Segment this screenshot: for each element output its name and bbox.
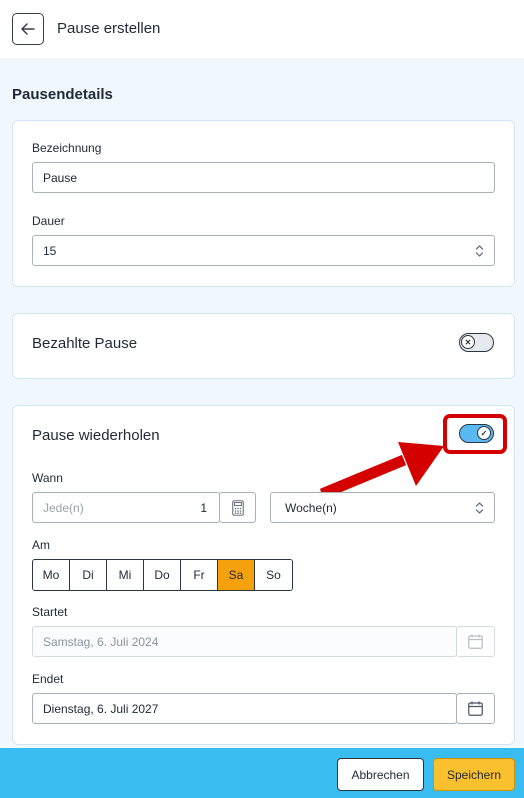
end-calendar-button[interactable]	[456, 693, 495, 724]
arrow-left-icon	[21, 23, 35, 35]
start-date-value: Samstag, 6. Juli 2024	[43, 634, 159, 649]
paid-toggle[interactable]: ✕	[459, 333, 494, 352]
duration-value: 15	[43, 243, 57, 258]
x-icon: ✕	[461, 335, 475, 349]
day-selector: Mo Di Mi Do Fr Sa So	[32, 559, 293, 591]
every-value: 1	[200, 500, 207, 515]
day-mi[interactable]: Mi	[107, 560, 144, 590]
day-so[interactable]: So	[255, 560, 292, 590]
chevron-up-down-icon[interactable]	[475, 244, 484, 258]
end-label: Endet	[32, 672, 64, 686]
calculator-button[interactable]	[219, 492, 256, 523]
when-label: Wann	[32, 471, 63, 485]
end-date-value: Dienstag, 6. Juli 2027	[43, 701, 159, 716]
save-button[interactable]: Speichern	[433, 758, 515, 791]
duration-label: Dauer	[32, 214, 65, 228]
page-title: Pause erstellen	[57, 20, 161, 37]
duration-input[interactable]: 15	[32, 235, 495, 266]
start-calendar-button	[456, 626, 495, 657]
unit-select[interactable]: Woche(n)	[270, 492, 495, 523]
calculator-icon	[231, 499, 244, 516]
header: Pause erstellen	[0, 0, 524, 58]
name-input[interactable]: Pause	[32, 162, 495, 193]
calendar-icon	[468, 701, 483, 716]
day-mo[interactable]: Mo	[33, 560, 70, 590]
repeat-title: Pause wiederholen	[32, 427, 160, 444]
name-label: Bezeichnung	[32, 141, 102, 155]
name-value: Pause	[43, 170, 78, 185]
calendar-icon	[468, 634, 483, 649]
back-button[interactable]	[12, 13, 44, 45]
start-label: Startet	[32, 605, 68, 619]
unit-value: Woche(n)	[285, 500, 337, 515]
paid-title: Bezahlte Pause	[32, 335, 138, 352]
section-title-details: Pausendetails	[12, 86, 113, 103]
day-do[interactable]: Do	[144, 560, 181, 590]
start-date-input: Samstag, 6. Juli 2024	[32, 626, 457, 657]
every-placeholder: Jede(n)	[43, 500, 84, 515]
annotation-highlight	[443, 414, 507, 454]
cancel-button[interactable]: Abbrechen	[337, 758, 424, 791]
day-fr[interactable]: Fr	[181, 560, 218, 590]
day-di[interactable]: Di	[70, 560, 107, 590]
end-date-input[interactable]: Dienstag, 6. Juli 2027	[32, 693, 457, 724]
every-input[interactable]: Jede(n) 1	[32, 492, 220, 523]
day-sa[interactable]: Sa	[218, 560, 255, 590]
chevron-up-down-icon	[475, 502, 484, 514]
on-label: Am	[32, 538, 50, 552]
